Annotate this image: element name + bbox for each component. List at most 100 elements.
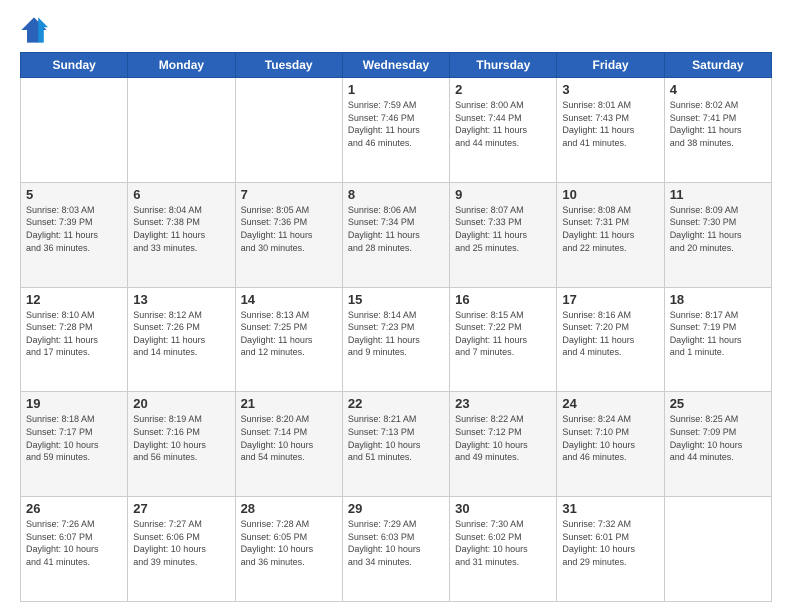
day-number: 5 <box>26 187 122 202</box>
day-info: Sunrise: 7:30 AM Sunset: 6:02 PM Dayligh… <box>455 518 551 568</box>
calendar-cell: 3 Sunrise: 8:01 AM Sunset: 7:43 PM Daylig… <box>557 78 664 183</box>
calendar-cell: 5 Sunrise: 8:03 AM Sunset: 7:39 PM Daylig… <box>21 182 128 287</box>
day-number: 30 <box>455 501 551 516</box>
day-info: Sunrise: 8:17 AM Sunset: 7:19 PM Dayligh… <box>670 309 766 359</box>
day-info: Sunrise: 8:15 AM Sunset: 7:22 PM Dayligh… <box>455 309 551 359</box>
day-info: Sunrise: 8:09 AM Sunset: 7:30 PM Dayligh… <box>670 204 766 254</box>
calendar-cell: 16 Sunrise: 8:15 AM Sunset: 7:22 PM Dayli… <box>450 287 557 392</box>
calendar-cell: 6Sunrise: 8:04 AM Sunset: 7:38 PM Daylig… <box>128 182 235 287</box>
day-info: Sunrise: 7:32 AM Sunset: 6:01 PM Dayligh… <box>562 518 658 568</box>
day-number: 23 <box>455 396 551 411</box>
day-number: 29 <box>348 501 444 516</box>
day-number: 15 <box>348 292 444 307</box>
header <box>20 16 772 44</box>
calendar-cell: 7Sunrise: 8:05 AM Sunset: 7:36 PM Daylig… <box>235 182 342 287</box>
calendar-cell <box>664 497 771 602</box>
day-number: 8 <box>348 187 444 202</box>
calendar-header-row: SundayMondayTuesdayWednesdayThursdayFrid… <box>21 53 772 78</box>
day-number: 12 <box>26 292 122 307</box>
calendar-cell: 17 Sunrise: 8:16 AM Sunset: 7:20 PM Dayli… <box>557 287 664 392</box>
day-info: Sunrise: 8:08 AM Sunset: 7:31 PM Dayligh… <box>562 204 658 254</box>
calendar-header-monday: Monday <box>128 53 235 78</box>
calendar-cell: 23Sunrise: 8:22 AM Sunset: 7:12 PM Dayli… <box>450 392 557 497</box>
day-info: Sunrise: 8:18 AM Sunset: 7:17 PM Dayligh… <box>26 413 122 463</box>
calendar-cell: 8Sunrise: 8:06 AM Sunset: 7:34 PM Daylig… <box>342 182 449 287</box>
calendar-cell: 25Sunrise: 8:25 AM Sunset: 7:09 PM Dayli… <box>664 392 771 497</box>
calendar-cell: 14 Sunrise: 8:13 AM Sunset: 7:25 PM Dayli… <box>235 287 342 392</box>
day-number: 21 <box>241 396 337 411</box>
day-number: 26 <box>26 501 122 516</box>
day-number: 22 <box>348 396 444 411</box>
day-number: 2 <box>455 82 551 97</box>
calendar-cell: 31 Sunrise: 7:32 AM Sunset: 6:01 PM Dayli… <box>557 497 664 602</box>
day-number: 28 <box>241 501 337 516</box>
day-number: 20 <box>133 396 229 411</box>
day-info: Sunrise: 8:16 AM Sunset: 7:20 PM Dayligh… <box>562 309 658 359</box>
calendar-header-sunday: Sunday <box>21 53 128 78</box>
calendar-week-4: 19Sunrise: 8:18 AM Sunset: 7:17 PM Dayli… <box>21 392 772 497</box>
day-info: Sunrise: 8:05 AM Sunset: 7:36 PM Dayligh… <box>241 204 337 254</box>
calendar-cell: 10 Sunrise: 8:08 AM Sunset: 7:31 PM Dayli… <box>557 182 664 287</box>
day-number: 3 <box>562 82 658 97</box>
day-number: 31 <box>562 501 658 516</box>
calendar-cell: 9 Sunrise: 8:07 AM Sunset: 7:33 PM Daylig… <box>450 182 557 287</box>
day-number: 11 <box>670 187 766 202</box>
day-number: 17 <box>562 292 658 307</box>
day-info: Sunrise: 8:03 AM Sunset: 7:39 PM Dayligh… <box>26 204 122 254</box>
calendar-cell: 19Sunrise: 8:18 AM Sunset: 7:17 PM Dayli… <box>21 392 128 497</box>
day-info: Sunrise: 7:27 AM Sunset: 6:06 PM Dayligh… <box>133 518 229 568</box>
calendar-cell <box>128 78 235 183</box>
day-info: Sunrise: 8:13 AM Sunset: 7:25 PM Dayligh… <box>241 309 337 359</box>
day-number: 16 <box>455 292 551 307</box>
calendar-cell: 28Sunrise: 7:28 AM Sunset: 6:05 PM Dayli… <box>235 497 342 602</box>
day-info: Sunrise: 8:01 AM Sunset: 7:43 PM Dayligh… <box>562 99 658 149</box>
day-number: 13 <box>133 292 229 307</box>
calendar-week-3: 12 Sunrise: 8:10 AM Sunset: 7:28 PM Dayli… <box>21 287 772 392</box>
logo <box>20 16 52 44</box>
calendar-cell: 13 Sunrise: 8:12 AM Sunset: 7:26 PM Dayli… <box>128 287 235 392</box>
day-info: Sunrise: 8:19 AM Sunset: 7:16 PM Dayligh… <box>133 413 229 463</box>
day-info: Sunrise: 7:59 AM Sunset: 7:46 PM Dayligh… <box>348 99 444 149</box>
calendar-header-wednesday: Wednesday <box>342 53 449 78</box>
day-info: Sunrise: 8:25 AM Sunset: 7:09 PM Dayligh… <box>670 413 766 463</box>
calendar-cell: 21 Sunrise: 8:20 AM Sunset: 7:14 PM Dayli… <box>235 392 342 497</box>
day-info: Sunrise: 7:26 AM Sunset: 6:07 PM Dayligh… <box>26 518 122 568</box>
calendar-cell: 18 Sunrise: 8:17 AM Sunset: 7:19 PM Dayli… <box>664 287 771 392</box>
day-info: Sunrise: 8:14 AM Sunset: 7:23 PM Dayligh… <box>348 309 444 359</box>
day-info: Sunrise: 8:10 AM Sunset: 7:28 PM Dayligh… <box>26 309 122 359</box>
calendar-table: SundayMondayTuesdayWednesdayThursdayFrid… <box>20 52 772 602</box>
calendar-cell: 29 Sunrise: 7:29 AM Sunset: 6:03 PM Dayli… <box>342 497 449 602</box>
day-number: 18 <box>670 292 766 307</box>
logo-icon <box>20 16 48 44</box>
calendar-cell <box>21 78 128 183</box>
calendar-cell: 26 Sunrise: 7:26 AM Sunset: 6:07 PM Dayli… <box>21 497 128 602</box>
calendar-header-thursday: Thursday <box>450 53 557 78</box>
calendar-cell: 30 Sunrise: 7:30 AM Sunset: 6:02 PM Dayli… <box>450 497 557 602</box>
day-info: Sunrise: 8:00 AM Sunset: 7:44 PM Dayligh… <box>455 99 551 149</box>
calendar-cell: 22 Sunrise: 8:21 AM Sunset: 7:13 PM Dayli… <box>342 392 449 497</box>
day-number: 6 <box>133 187 229 202</box>
day-info: Sunrise: 8:21 AM Sunset: 7:13 PM Dayligh… <box>348 413 444 463</box>
day-info: Sunrise: 8:07 AM Sunset: 7:33 PM Dayligh… <box>455 204 551 254</box>
calendar-cell: 20 Sunrise: 8:19 AM Sunset: 7:16 PM Dayli… <box>128 392 235 497</box>
calendar-cell: 12 Sunrise: 8:10 AM Sunset: 7:28 PM Dayli… <box>21 287 128 392</box>
day-number: 1 <box>348 82 444 97</box>
day-number: 27 <box>133 501 229 516</box>
calendar-cell: 2 Sunrise: 8:00 AM Sunset: 7:44 PM Daylig… <box>450 78 557 183</box>
calendar-cell: 27 Sunrise: 7:27 AM Sunset: 6:06 PM Dayli… <box>128 497 235 602</box>
day-info: Sunrise: 8:24 AM Sunset: 7:10 PM Dayligh… <box>562 413 658 463</box>
day-number: 9 <box>455 187 551 202</box>
day-info: Sunrise: 8:12 AM Sunset: 7:26 PM Dayligh… <box>133 309 229 359</box>
day-number: 14 <box>241 292 337 307</box>
calendar-cell: 15 Sunrise: 8:14 AM Sunset: 7:23 PM Dayli… <box>342 287 449 392</box>
day-number: 10 <box>562 187 658 202</box>
calendar-cell: 11 Sunrise: 8:09 AM Sunset: 7:30 PM Dayli… <box>664 182 771 287</box>
calendar-header-tuesday: Tuesday <box>235 53 342 78</box>
day-info: Sunrise: 7:29 AM Sunset: 6:03 PM Dayligh… <box>348 518 444 568</box>
day-number: 24 <box>562 396 658 411</box>
day-info: Sunrise: 8:20 AM Sunset: 7:14 PM Dayligh… <box>241 413 337 463</box>
calendar-cell: 4Sunrise: 8:02 AM Sunset: 7:41 PM Daylig… <box>664 78 771 183</box>
calendar-week-2: 5 Sunrise: 8:03 AM Sunset: 7:39 PM Daylig… <box>21 182 772 287</box>
calendar-cell <box>235 78 342 183</box>
calendar-week-5: 26 Sunrise: 7:26 AM Sunset: 6:07 PM Dayli… <box>21 497 772 602</box>
